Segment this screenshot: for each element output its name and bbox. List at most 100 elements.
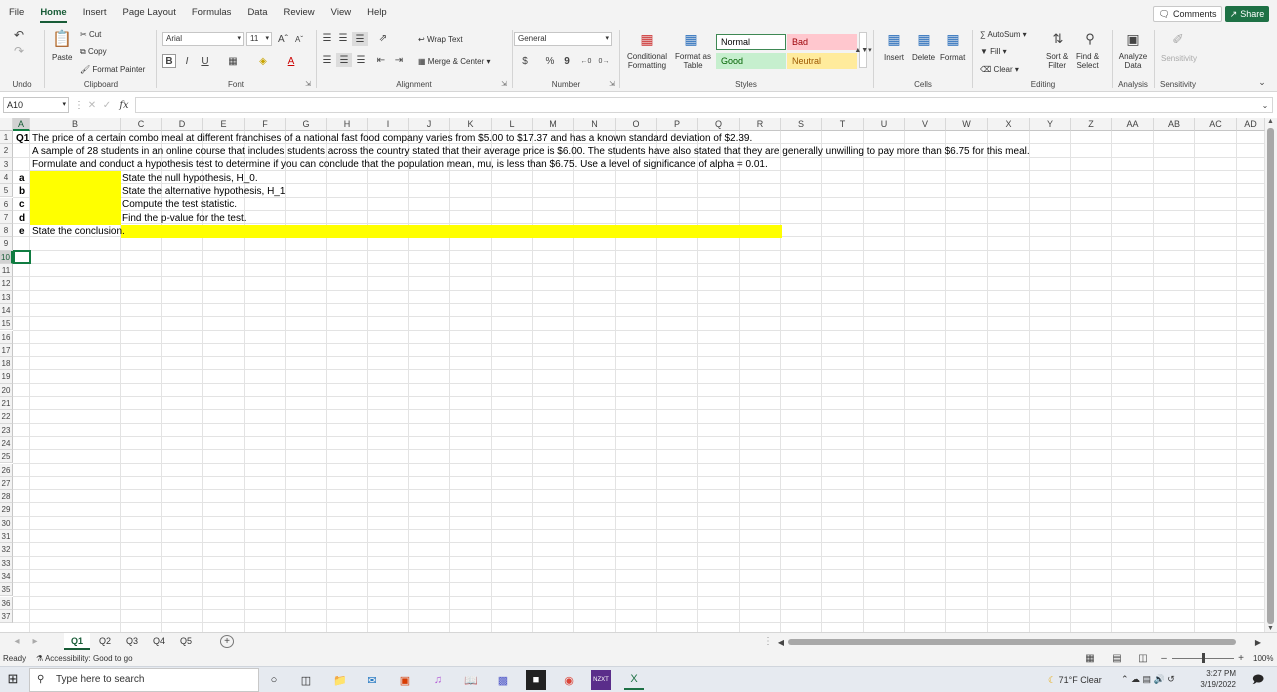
tab-view[interactable]: View (324, 0, 358, 26)
cell-c4[interactable]: State the null hypothesis, H_0. (122, 172, 258, 185)
format-cells-button[interactable]: Format (940, 53, 965, 62)
borders-icon[interactable]: ▦ (224, 54, 242, 68)
increase-font-icon[interactable]: Aˆ (276, 32, 290, 46)
page-break-view-icon[interactable]: ◫ (1137, 652, 1149, 664)
itunes-icon[interactable]: ♫ (428, 670, 448, 690)
cortana-icon[interactable]: ○ (264, 670, 284, 690)
cut-button[interactable]: ✂ Cut (80, 30, 101, 39)
cell-b8[interactable]: State the conclusion. (32, 225, 125, 238)
teams-icon[interactable]: ▩ (493, 670, 513, 690)
cell-c5[interactable]: State the alternative hypothesis, H_1 (122, 185, 285, 198)
row-header[interactable]: 3 (0, 157, 13, 171)
align-bottom-icon[interactable]: ☰ (352, 32, 368, 46)
underline-button[interactable]: U (198, 54, 212, 68)
column-header[interactable]: T (822, 118, 864, 131)
column-header[interactable]: N (574, 118, 616, 131)
cell-a6[interactable]: c (19, 198, 25, 211)
increase-indent-icon[interactable]: ⇥ (392, 54, 406, 66)
next-sheet-icon[interactable]: ▸ (30, 635, 40, 647)
column-header[interactable]: K (450, 118, 492, 131)
column-header[interactable]: AC (1195, 118, 1237, 131)
collapse-ribbon-icon[interactable]: ⌄ (1256, 76, 1268, 88)
row-header[interactable]: 24 (0, 436, 13, 451)
align-middle-icon[interactable]: ☰ (336, 32, 350, 44)
row-header[interactable]: 32 (0, 543, 13, 557)
row-header[interactable]: 12 (0, 277, 13, 291)
comments-button[interactable]: 🗨 Comments (1153, 6, 1222, 22)
row-header[interactable]: 19 (0, 370, 13, 384)
fill-color-icon[interactable]: ◈ (254, 54, 272, 68)
format-as-table-button[interactable]: Format as Table (673, 52, 713, 70)
comma-button[interactable]: 9 (560, 54, 574, 68)
tab-home[interactable]: Home (33, 0, 73, 26)
row-header[interactable]: 22 (0, 410, 13, 424)
clock-time[interactable]: 3:27 PM (1202, 669, 1236, 678)
vertical-scroll-thumb[interactable] (1267, 128, 1274, 624)
cell-b3[interactable]: Formulate and conduct a hypothesis test … (32, 158, 768, 171)
splitter-icon[interactable]: ⋮ (763, 635, 773, 648)
row-header[interactable]: 37 (0, 609, 13, 624)
delete-cells-icon[interactable]: ▦ (913, 29, 935, 49)
weather-widget[interactable]: ☾ 71°F Clear (1048, 675, 1102, 686)
cancel-icon[interactable]: ✕ (86, 98, 98, 112)
styles-scroll-icon[interactable]: ▲▼▾ (854, 32, 872, 68)
insert-cells-icon[interactable]: ▦ (883, 29, 905, 49)
answer-cell-highlight-b4-b7[interactable] (30, 171, 121, 225)
column-header[interactable]: X (988, 118, 1030, 131)
bold-button[interactable]: B (162, 54, 176, 68)
row-header[interactable]: 23 (0, 423, 13, 437)
undo-icon[interactable]: ↶ (10, 28, 28, 42)
share-button[interactable]: ↗ Share (1225, 6, 1269, 22)
sheet-tab-q5[interactable]: Q5 (173, 633, 199, 650)
row-header[interactable]: 17 (0, 343, 13, 358)
tab-file[interactable]: File (2, 0, 31, 26)
cell-a7[interactable]: d (19, 212, 25, 225)
row-header[interactable]: 30 (0, 516, 13, 530)
mail-icon[interactable]: ✉ (362, 670, 382, 690)
taskbar-search-input[interactable]: ⚲ Type here to search (29, 668, 259, 692)
launcher-icon[interactable]: ⇲ (305, 80, 311, 88)
decrease-indent-icon[interactable]: ⇤ (374, 54, 388, 66)
accessibility-status[interactable]: ⚗ Accessibility: Good to go (36, 654, 133, 663)
cell-b2[interactable]: A sample of 28 students in an online cou… (32, 145, 1030, 158)
redo-icon[interactable]: ↷ (10, 44, 28, 58)
tab-insert[interactable]: Insert (76, 0, 114, 26)
notification-icon[interactable]: 🗩 (1248, 670, 1268, 690)
column-header[interactable]: J (409, 118, 450, 131)
format-as-table-icon[interactable]: ▦ (681, 29, 701, 49)
row-header[interactable]: 10 (0, 250, 13, 264)
office-icon[interactable]: ▣ (395, 670, 415, 690)
row-header[interactable]: 27 (0, 476, 13, 491)
column-header[interactable]: E (203, 118, 245, 131)
delete-cells-button[interactable]: Delete (912, 53, 935, 62)
tab-review[interactable]: Review (277, 0, 322, 26)
style-normal[interactable]: Normal (716, 34, 786, 50)
conditional-formatting-button[interactable]: Conditional Formatting (625, 52, 669, 70)
analyze-data-button[interactable]: Analyze Data (1117, 52, 1149, 70)
answer-cell-highlight-c8-q8[interactable] (121, 225, 782, 238)
row-header[interactable]: 36 (0, 596, 13, 610)
column-header[interactable]: L (492, 118, 533, 131)
tab-page-layout[interactable]: Page Layout (115, 0, 182, 26)
font-color-icon[interactable]: A (282, 54, 300, 68)
windows-start-icon[interactable]: ⊞ (6, 671, 20, 686)
cell-a4[interactable]: a (19, 172, 25, 185)
sheet-tab-q3[interactable]: Q3 (119, 633, 145, 650)
row-header[interactable]: 2 (0, 144, 13, 158)
tab-help[interactable]: Help (360, 0, 394, 26)
row-header[interactable]: 9 (0, 237, 13, 251)
insert-cells-button[interactable]: Insert (884, 53, 904, 62)
cell-c7[interactable]: Find the p-value for the test. (122, 212, 247, 225)
column-header[interactable]: I (368, 118, 409, 131)
enter-icon[interactable]: ✓ (101, 98, 113, 112)
row-header[interactable]: 15 (0, 317, 13, 331)
font-name-select[interactable]: Arial ▾ (162, 32, 244, 46)
page-layout-view-icon[interactable]: ▤ (1111, 652, 1123, 664)
clock-date[interactable]: 3/19/2022 (1196, 680, 1236, 689)
find-select-button[interactable]: Find & Select (1076, 52, 1099, 70)
row-header[interactable]: 33 (0, 556, 13, 570)
nzxt-icon[interactable]: NZXT (591, 670, 611, 690)
paste-icon[interactable]: 📋 (52, 28, 72, 50)
column-header[interactable]: S (781, 118, 822, 131)
sort-filter-button[interactable]: Sort & Filter (1046, 52, 1068, 70)
